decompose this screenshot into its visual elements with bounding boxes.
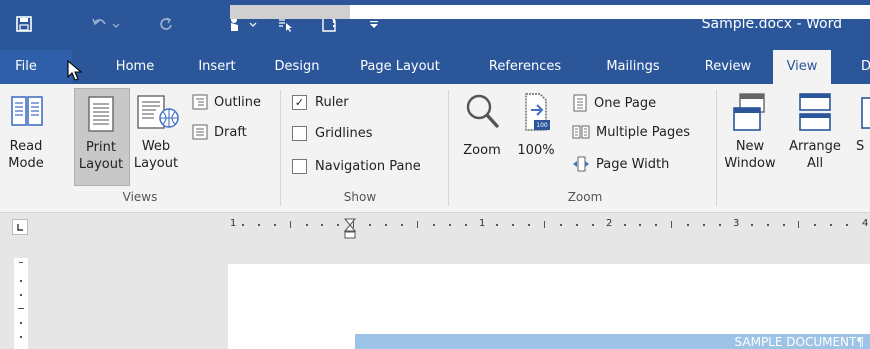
tab-design[interactable]: Design [262,50,332,84]
tab-insert[interactable]: Insert [184,50,250,84]
ruler-checkbox[interactable]: ✓ Ruler [292,95,349,110]
document-heading-text: SAMPLE DOCUMENT¶ [734,335,864,349]
ruler-number: 4 [862,218,869,229]
split-button-partial[interactable]: S [852,86,870,184]
ruler-margin-area [230,5,350,19]
page-width-button[interactable]: Page Width [572,156,669,172]
mouse-cursor-icon [67,59,83,86]
split-icon [861,97,870,129]
redo-icon[interactable] [154,12,178,36]
ruler-tick [544,221,545,228]
ruler-tick [433,224,435,226]
multiple-pages-icon [572,125,590,139]
ruler-tick [401,224,403,226]
ruler-number: 2 [606,218,613,229]
ruler-tick [369,224,371,226]
group-label-zoom: Zoom [567,190,603,204]
ruler-tick [624,224,626,226]
ruler-tick [417,221,418,228]
outline-button[interactable]: Outline [192,94,261,110]
save-icon[interactable] [10,12,38,36]
tab-selector-icon[interactable] [12,219,28,235]
zoom-100-icon-label: 100 [536,122,548,129]
group-separator [448,90,449,206]
draft-button[interactable]: Draft [192,124,247,140]
tab-home[interactable]: Home [102,50,168,84]
new-window-icon [733,93,765,131]
undo-icon[interactable] [86,12,126,36]
group-separator [716,90,717,206]
ruler-tick [528,224,530,226]
new-window-button[interactable]: New Window [722,86,778,184]
ruler-tick [830,224,832,226]
ruler-tick [814,224,816,226]
ruler-tick [687,224,689,226]
ruler-tick [671,221,672,228]
group-label-show: Show [343,190,377,204]
ruler-tick [703,224,705,226]
ruler-tick [798,221,799,228]
tab-page-layout[interactable]: Page Layout [344,50,456,84]
ruler-tick [592,224,594,226]
ribbon-view: Read Mode Print Layout Web Layout Outline D… [0,84,870,213]
read-mode-button[interactable]: Read Mode [4,86,48,184]
tab-mailings[interactable]: Mailings [590,50,676,84]
ruler-tick [512,224,514,226]
one-page-button[interactable]: One Page [572,94,656,112]
ruler-tick [560,224,562,226]
ribbon-tabs: File Home Insert Design Page Layout Refe… [0,50,870,84]
tab-file[interactable]: File [0,50,72,84]
tab-developer-partial[interactable]: D [856,50,870,84]
ruler-tick [385,224,387,226]
zoom-button[interactable]: Zoom [456,86,508,184]
tab-view[interactable]: View [773,50,831,84]
ruler-tick [274,224,276,226]
arrange-all-button[interactable]: Arrange All [786,86,844,184]
ruler-tick [846,224,848,226]
outline-icon [192,94,208,110]
multiple-pages-button[interactable]: Multiple Pages [572,124,690,140]
read-mode-icon [11,96,43,126]
print-layout-button[interactable]: Print Layout [74,88,130,186]
ruler-tick [783,224,785,226]
page-width-icon [573,156,589,172]
vertical-ruler[interactable] [14,258,28,349]
ruler-tick [337,224,339,226]
navigation-pane-checkbox[interactable]: Navigation Pane [292,159,421,174]
ruler-number: 3 [733,218,740,229]
ruler-tick [258,224,260,226]
ruler-row [0,213,870,237]
ruler-number: 1 [479,218,486,229]
group-label-views: Views [122,190,158,204]
gridlines-checkbox[interactable]: Gridlines [292,126,373,141]
draft-icon [192,124,208,140]
ruler-tick [242,224,244,226]
ruler-tick [655,224,657,226]
ruler-tick [321,224,323,226]
ruler-number: 1 [230,218,237,229]
ruler-tick [719,224,721,226]
document-heading-band[interactable]: SAMPLE DOCUMENT¶ [355,334,870,349]
web-layout-icon [137,95,179,129]
zoom-100-button[interactable]: 100 100% [510,86,562,184]
print-layout-icon [88,96,114,132]
web-layout-button[interactable]: Web Layout [132,86,184,184]
magnifier-icon [466,94,499,128]
one-page-icon [573,94,587,112]
ruler-tick [751,224,753,226]
ruler-tick [639,224,641,226]
ruler-tick [576,224,578,226]
indent-marker-icon[interactable] [343,218,357,252]
ruler-tick [290,221,291,228]
arrange-all-icon [799,93,831,131]
group-separator [280,90,281,206]
ruler-tick [496,224,498,226]
tab-references[interactable]: References [472,50,578,84]
ruler-checkmark-icon: ✓ [292,95,307,110]
ruler-tick [449,224,451,226]
ruler-tick [465,224,467,226]
ruler-tick [306,224,308,226]
tab-review[interactable]: Review [690,50,766,84]
ruler-tick [767,224,769,226]
